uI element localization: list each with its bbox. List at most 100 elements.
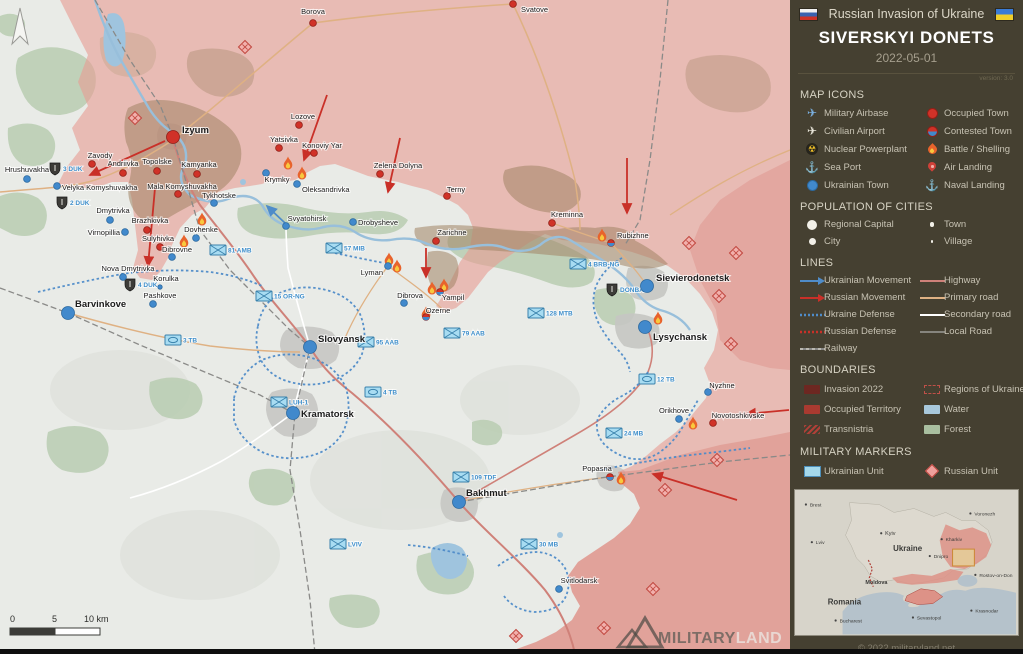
russian-defense-icon — [799, 327, 825, 337]
svg-text:Izyum: Izyum — [182, 125, 209, 136]
legend-highway: Highway — [920, 272, 1019, 289]
svg-text:Dmytrivka: Dmytrivka — [96, 206, 130, 215]
svg-text:Yatsivka: Yatsivka — [270, 135, 299, 144]
occupied-territory-swatch — [804, 405, 820, 414]
nuclear-powerplant-icon — [806, 143, 818, 155]
village-icon — [931, 240, 934, 243]
svg-text:Kreminna: Kreminna — [551, 210, 584, 219]
svg-text:Tykhotske: Tykhotske — [202, 191, 236, 200]
svg-text:Bakhmut: Bakhmut — [466, 488, 507, 499]
svg-text:12 TB: 12 TB — [657, 377, 675, 384]
legend-secondary-road: Secondary road — [920, 306, 1019, 323]
regional-capital-icon — [807, 220, 817, 230]
legend-railway: Railway — [800, 340, 920, 357]
city-velyka-komyshuvakha: Velyka Komyshuvakha — [54, 183, 139, 192]
svg-text:Rubizhne: Rubizhne — [617, 231, 649, 240]
highway-icon — [919, 276, 945, 286]
map-date: 2022-05-01 — [790, 51, 1023, 65]
version-label: version: 3.0 — [790, 74, 1023, 82]
legend-naval-landing: Naval Landing — [920, 176, 1019, 194]
svg-text:Topolske: Topolske — [142, 157, 172, 166]
svg-text:Korulka: Korulka — [153, 274, 179, 283]
main-map: 81 AMB3 TB57 MIB15 OR-NG95 AAB79 AABLUH-… — [0, 0, 790, 654]
inset-city-dot — [941, 538, 943, 540]
legend-regional-capital: Regional Capital — [800, 216, 920, 233]
legend-sea-port: Sea Port — [800, 158, 920, 176]
legend-ukraine-defense: Ukraine Defense — [800, 306, 920, 323]
contested-town-icon — [927, 126, 938, 137]
legend-military-airbase: Military Airbase — [800, 104, 920, 122]
legend-russian-unit: Russian Unit — [920, 461, 1019, 481]
inset-label-voronezh: Voronezh — [974, 511, 995, 517]
inset-label-dnipro: Dnipro — [934, 554, 949, 560]
air-landing-icon — [927, 161, 937, 173]
svg-text:109 TDF: 109 TDF — [471, 475, 496, 482]
bottom-bar — [0, 649, 1023, 654]
water-swatch — [924, 405, 940, 414]
legend-ukrainian-unit: Ukrainian Unit — [800, 461, 920, 481]
svg-text:Andriivka: Andriivka — [108, 159, 140, 168]
svg-text:128 MTB: 128 MTB — [546, 311, 573, 318]
inset-label-lviv: Lviv — [816, 540, 825, 546]
secondary-road-icon — [919, 310, 945, 320]
section-lines: LINES — [800, 257, 1023, 269]
svg-text:Nova Dmytrivka: Nova Dmytrivka — [102, 264, 156, 273]
population-legend: Regional Capital City Town Village — [800, 216, 1019, 250]
russia-flag-icon — [799, 8, 818, 21]
legend-contested-town: Contested Town — [920, 122, 1019, 140]
section-military-markers: MILITARY MARKERS — [800, 446, 1023, 458]
svg-text:Borova: Borova — [301, 7, 326, 16]
ukrainian-unit-icon — [804, 466, 821, 477]
svg-text:Brazhkivka: Brazhkivka — [132, 216, 170, 225]
inset-label-kyiv: Kyiv — [885, 531, 896, 537]
legend-battle-shelling: Battle / Shelling — [920, 140, 1019, 158]
legend-occupied-town: Occupied Town — [920, 104, 1019, 122]
legend-occupied-territory: Occupied Territory — [800, 399, 920, 419]
svg-text:Zarichne: Zarichne — [437, 228, 466, 237]
inset-city-dot — [974, 574, 976, 576]
lines-legend: Ukrainian Movement Russian Movement Ukra… — [800, 272, 1019, 357]
svg-text:Mala Komyshuvakha: Mala Komyshuvakha — [147, 182, 217, 191]
russian-unit-icon — [925, 464, 939, 478]
legend-village: Village — [920, 233, 1019, 250]
svg-text:4 DUK: 4 DUK — [138, 282, 158, 289]
svg-text:Svatove: Svatove — [521, 5, 548, 14]
primary-road-icon — [919, 293, 945, 303]
section-boundaries: BOUNDARIES — [800, 364, 1023, 376]
forest-swatch — [924, 425, 940, 434]
ukraine-flag-icon — [995, 8, 1014, 21]
legend-primary-road: Primary road — [920, 289, 1019, 306]
legend-ukrainian-movement: Ukrainian Movement — [800, 272, 920, 289]
svg-text:Pashkove: Pashkove — [144, 291, 177, 300]
railway-icon — [799, 344, 825, 354]
svg-text:LVIV: LVIV — [348, 542, 363, 549]
svg-text:24 MB: 24 MB — [624, 431, 643, 438]
military-markers-legend: Ukrainian Unit Russian Unit — [800, 461, 1019, 481]
town-icon — [930, 222, 935, 227]
svg-text:4 BRB-NG: 4 BRB-NG — [588, 262, 619, 269]
svg-text:Zelena Dolyna: Zelena Dolyna — [374, 161, 423, 170]
svg-text:LUH-1: LUH-1 — [289, 400, 309, 407]
svg-text:Velyka Komyshuvakha: Velyka Komyshuvakha — [62, 183, 138, 192]
regions-of-ukraine-swatch — [924, 385, 940, 394]
ukraine-defense-icon — [799, 310, 825, 320]
svg-text:Lozove: Lozove — [291, 112, 315, 121]
legend-nuclear-powerplant: Nuclear Powerplant — [800, 140, 920, 158]
inset-label-sevastopol: Sevastopol — [917, 615, 941, 621]
section-population: POPULATION OF CITIES — [800, 201, 1023, 213]
inset-label-brest: Brest — [810, 503, 822, 509]
legend-regions-of-ukraine: Regions of Ukraine — [920, 379, 1023, 399]
scale-label: 0 — [10, 614, 15, 624]
inset-label-bucharest: Bucharest — [840, 618, 863, 624]
inset-azov-sea — [958, 575, 978, 587]
inset-highlight-box — [953, 549, 975, 566]
svg-text:81 AMB: 81 AMB — [228, 248, 252, 255]
inset-label-romania: Romania — [828, 598, 862, 607]
svg-text:Slovyansk: Slovyansk — [318, 334, 366, 345]
svg-text:Drobysheve: Drobysheve — [358, 218, 398, 227]
section-map-icons: MAP ICONS — [800, 89, 1023, 101]
legend-town: Town — [920, 216, 1019, 233]
svg-text:Virnopillia: Virnopillia — [88, 228, 121, 237]
svg-text:Barvinkove: Barvinkove — [75, 299, 126, 310]
legend-forest: Forest — [920, 419, 1023, 439]
